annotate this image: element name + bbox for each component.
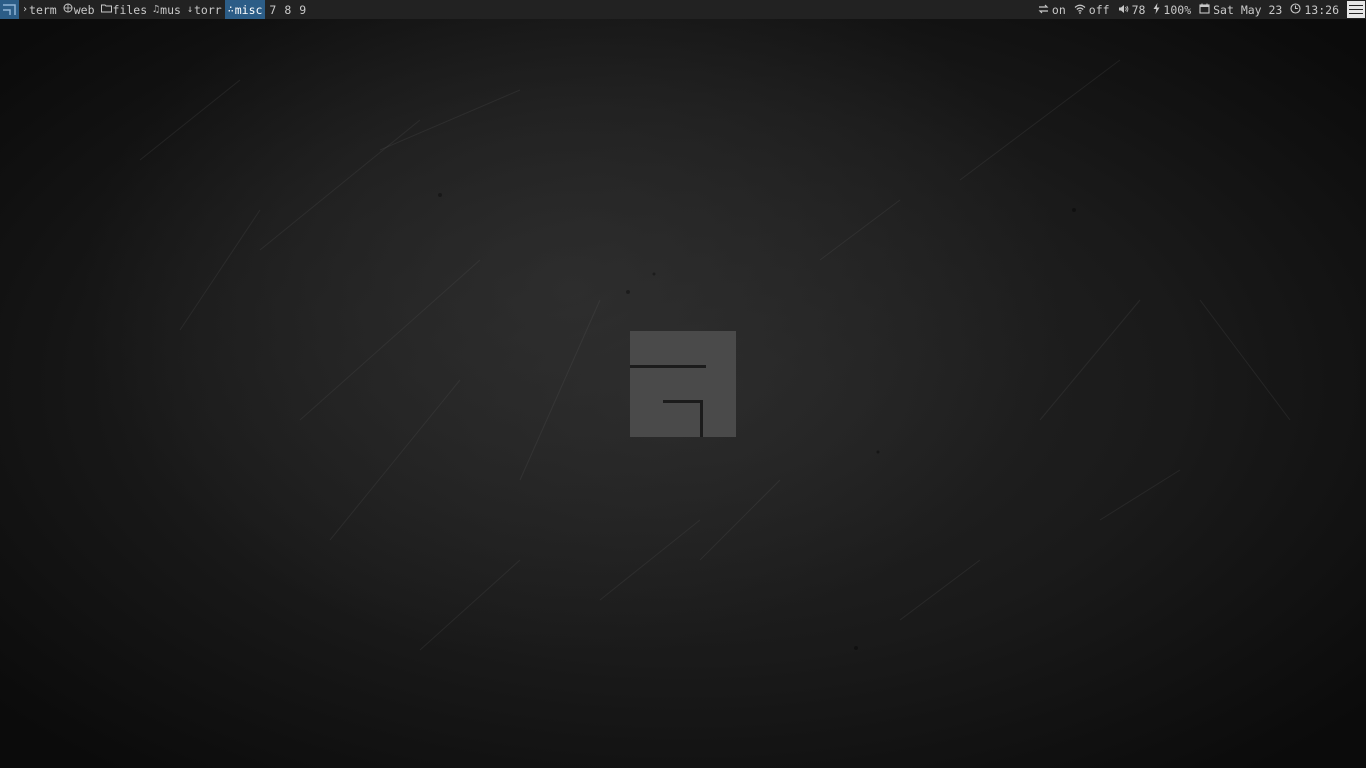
top-panel: › term web files ♫ mus ↓ torr ∴ misc 7 8… [0, 0, 1366, 19]
download-icon: ↓ [186, 4, 193, 15]
tag-label: 8 [284, 2, 292, 17]
status-area: on off 78 100% Sat May 23 13:26 [1030, 0, 1366, 19]
tag-files[interactable]: files [98, 0, 151, 19]
misc-icon: ∴ [227, 4, 234, 15]
volume-status[interactable]: 78 [1118, 2, 1146, 17]
volume-icon [1118, 3, 1132, 17]
tag-label: web [73, 2, 95, 17]
battery-value: 100% [1163, 2, 1192, 17]
tag-label: mus [160, 2, 181, 17]
tile-layout-icon[interactable] [0, 0, 19, 19]
tag-misc[interactable]: ∴ misc [224, 0, 266, 19]
calendar-icon [1199, 3, 1213, 17]
time-status[interactable]: 13:26 [1290, 3, 1339, 17]
clock-icon [1290, 2, 1304, 17]
folder-icon [100, 3, 112, 16]
tag-web[interactable]: web [60, 0, 98, 19]
music-icon: ♫ [153, 4, 160, 15]
tag-list: › term web files ♫ mus ↓ torr ∴ misc 7 8… [19, 0, 310, 19]
tag-term[interactable]: › term [19, 0, 60, 19]
network-status[interactable]: on [1038, 3, 1066, 17]
wifi-status[interactable]: off [1074, 3, 1110, 17]
date-value: Sat May 23 [1213, 2, 1283, 17]
floating-layout-icon[interactable] [1347, 1, 1365, 18]
tag-9[interactable]: 9 [295, 0, 310, 19]
volume-value: 78 [1131, 2, 1146, 17]
battery-status[interactable]: 100% [1153, 2, 1192, 17]
wifi-icon [1074, 3, 1089, 17]
tag-torr[interactable]: ↓ torr [184, 0, 225, 19]
wifi-value: off [1088, 2, 1110, 17]
battery-bolt-icon [1153, 2, 1163, 17]
tag-label: misc [234, 2, 263, 17]
date-status[interactable]: Sat May 23 [1199, 3, 1282, 17]
network-icon [1038, 3, 1052, 17]
globe-icon [63, 3, 73, 16]
tag-label: term [29, 2, 57, 17]
desktop-wallpaper [0, 0, 1366, 768]
tag-mus[interactable]: ♫ mus [150, 0, 184, 19]
tag-8[interactable]: 8 [280, 0, 295, 19]
time-value: 13:26 [1304, 2, 1339, 17]
tag-label: torr [193, 2, 222, 17]
tag-label: 9 [299, 2, 307, 17]
terminal-icon: › [22, 4, 29, 15]
tag-label: files [112, 2, 148, 17]
awesome-wm-logo [630, 331, 736, 437]
network-value: on [1051, 2, 1066, 17]
tag-7[interactable]: 7 [265, 0, 280, 19]
tag-label: 7 [269, 2, 277, 17]
